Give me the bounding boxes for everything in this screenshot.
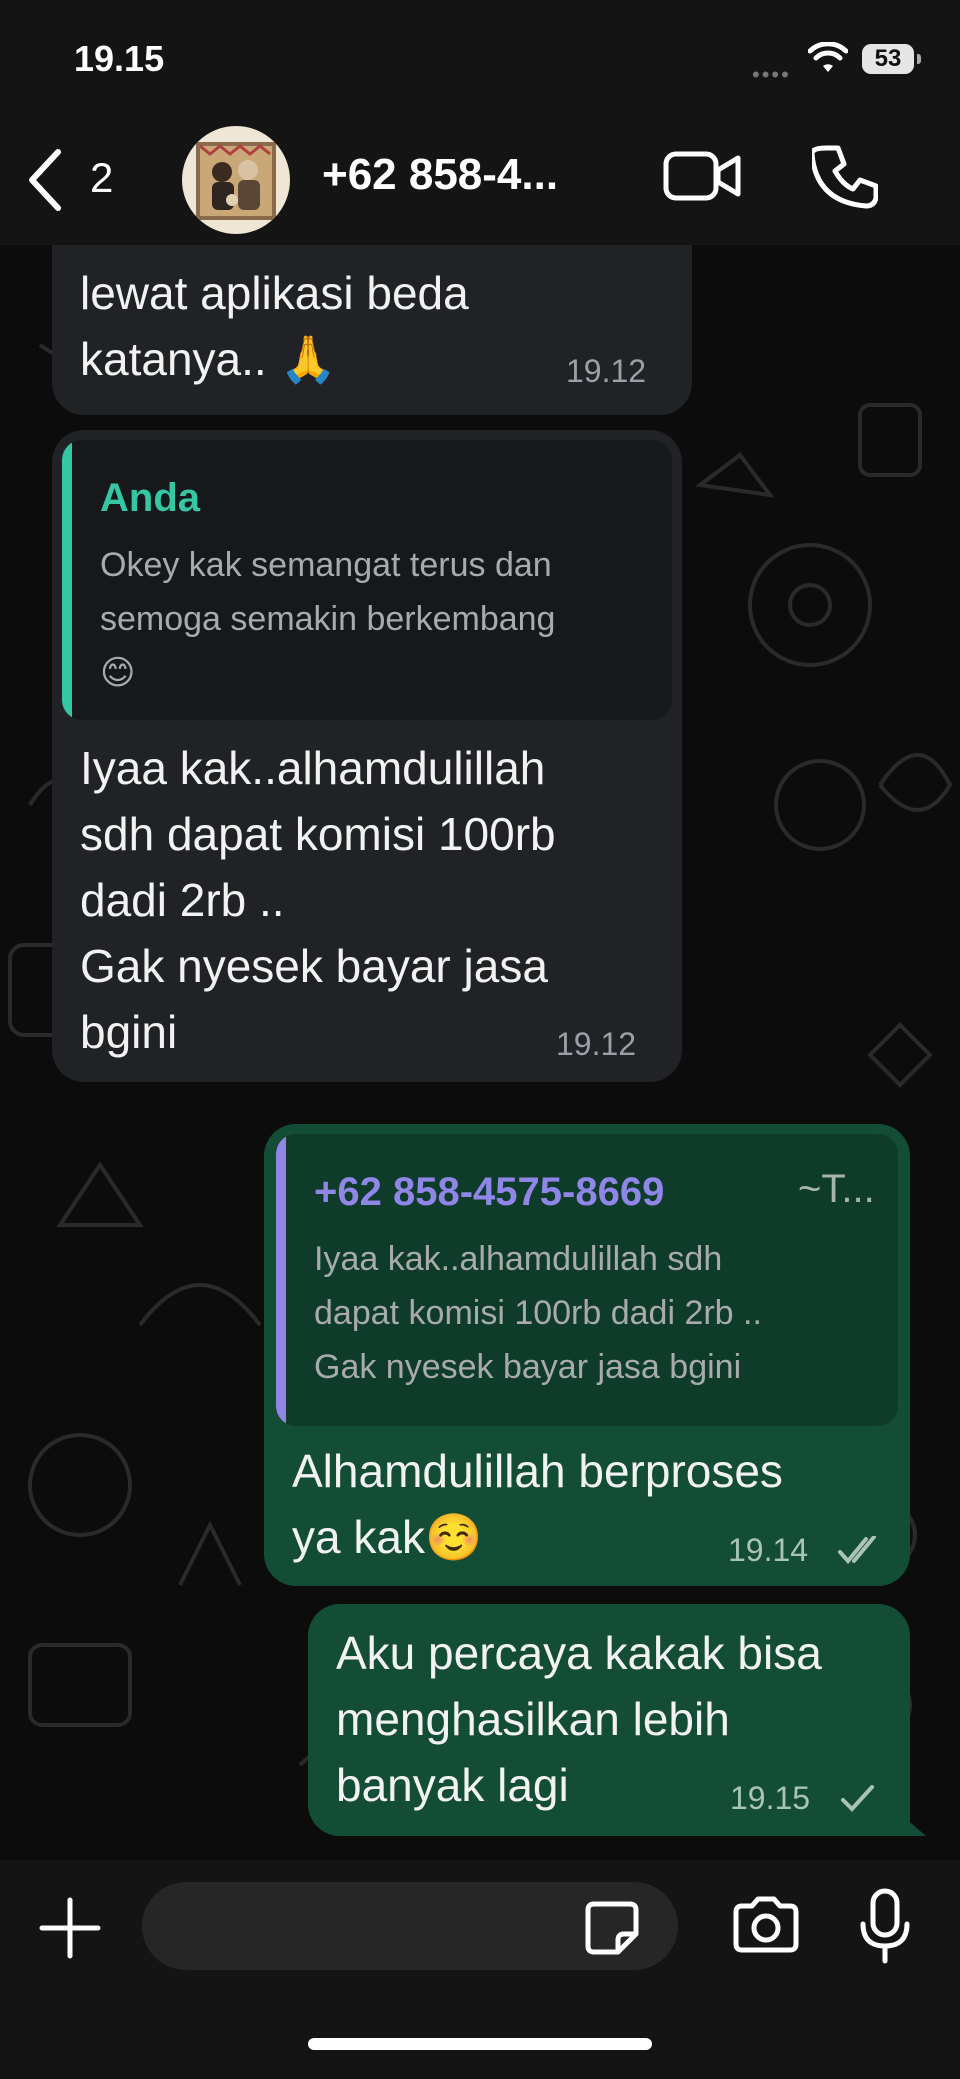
back-chevron-icon[interactable] xyxy=(24,148,64,212)
message-time: 19.14 xyxy=(728,1532,809,1568)
unread-chat-count[interactable]: 2 xyxy=(90,154,113,202)
chat-header: 19.15 •••• 53 2 +62 858-4... xyxy=(0,0,960,245)
quoted-sender-name: +62 858-4575-8669 xyxy=(314,1170,665,1214)
microphone-icon[interactable] xyxy=(858,1888,912,1964)
message-text: Iyaa kak..alhamdulillah sdh dapat komisi… xyxy=(80,742,556,1058)
quoted-text: Okey kak semangat terus dan semoga semak… xyxy=(100,546,556,692)
phone-call-icon[interactable] xyxy=(812,144,878,210)
wifi-icon xyxy=(808,42,848,72)
home-indicator xyxy=(308,2038,652,2050)
battery-indicator: 53 xyxy=(862,44,921,74)
quoted-reply[interactable]: Anda Okey kak semangat terus dan semoga … xyxy=(62,440,672,720)
contact-avatar[interactable] xyxy=(182,126,290,234)
message-time: 19.12 xyxy=(566,353,647,389)
quoted-sender-name: Anda xyxy=(100,476,200,520)
plus-icon[interactable] xyxy=(38,1896,102,1960)
read-double-check-icon xyxy=(838,1536,876,1565)
message-time: 19.15 xyxy=(730,1780,811,1816)
message-bubble-outgoing[interactable]: Aku percaya kakak bisa menghasilkan lebi… xyxy=(308,1604,910,1836)
video-call-icon[interactable] xyxy=(662,148,742,204)
quoted-reply[interactable]: +62 858-4575-8669 ~T... Iyaa kak..alhamd… xyxy=(276,1134,898,1426)
message-bubble-outgoing[interactable]: +62 858-4575-8669 ~T... Iyaa kak..alhamd… xyxy=(264,1124,910,1586)
camera-icon[interactable] xyxy=(730,1896,802,1954)
quote-accent-bar xyxy=(62,440,72,720)
cellular-signal-icon: •••• xyxy=(752,62,791,87)
message-time: 19.12 xyxy=(556,1026,637,1062)
quote-accent-bar xyxy=(276,1134,286,1426)
sticker-icon[interactable] xyxy=(584,1900,640,1956)
message-text: Aku percaya kakak bisa menghasilkan lebi… xyxy=(336,1627,822,1811)
quoted-text: Iyaa kak..alhamdulillah sdh dapat komisi… xyxy=(314,1240,762,1386)
chat-title[interactable]: +62 858-4... xyxy=(322,150,558,200)
message-bubble-incoming[interactable]: Anda Okey kak semangat terus dan semoga … xyxy=(52,430,682,1082)
quoted-sender-alias: ~T... xyxy=(798,1167,875,1211)
status-time: 19.15 xyxy=(74,38,165,79)
sent-single-check-icon xyxy=(841,1785,874,1812)
